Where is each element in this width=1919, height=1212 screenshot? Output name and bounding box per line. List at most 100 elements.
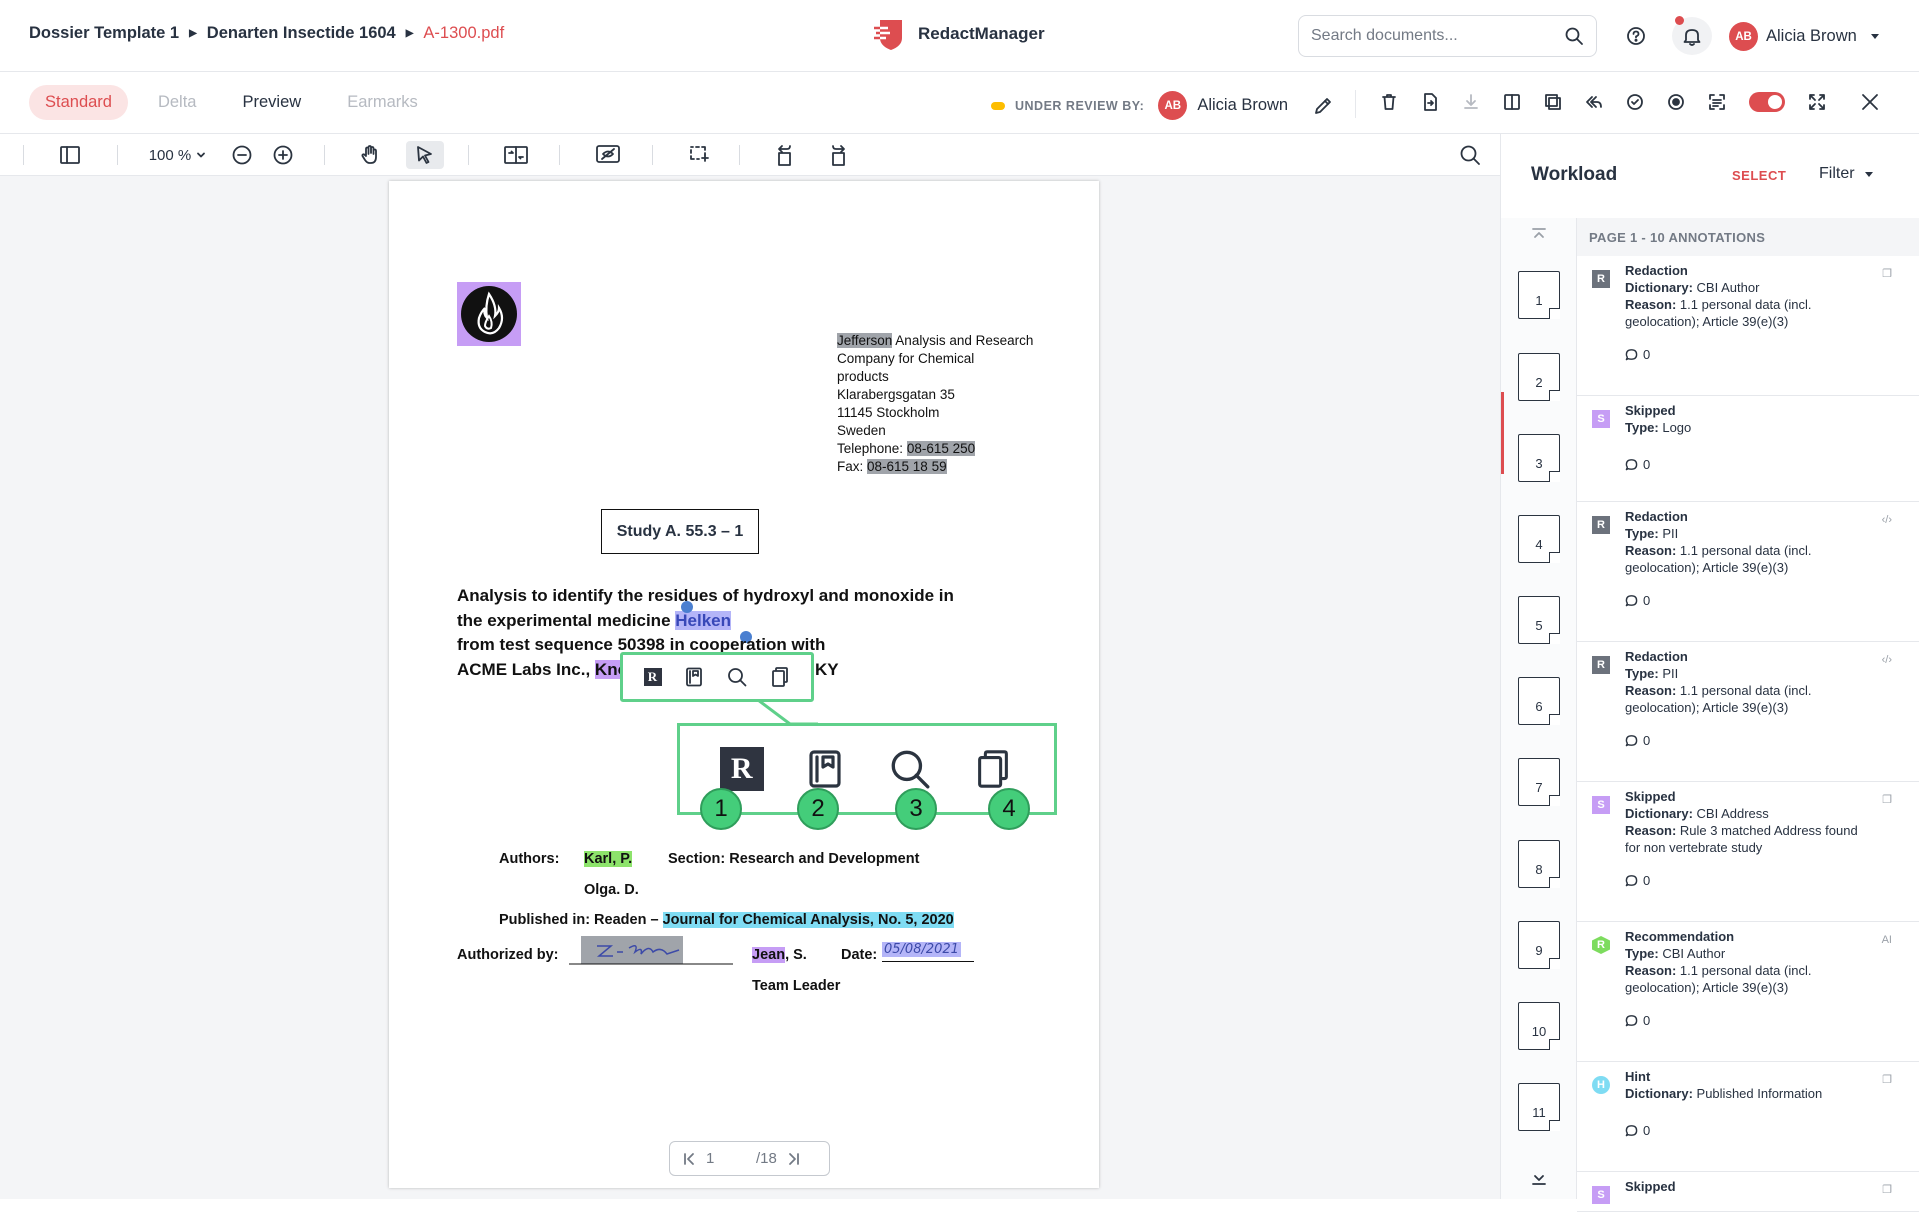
page-thumbnail-2[interactable]: 2 bbox=[1518, 353, 1560, 401]
search-icon[interactable] bbox=[1564, 26, 1584, 46]
workload-title: Workload bbox=[1531, 164, 1618, 185]
comments-button[interactable]: 0 bbox=[1625, 1122, 1919, 1139]
ocr-button[interactable] bbox=[1703, 88, 1731, 116]
rotate-left-button[interactable] bbox=[771, 141, 799, 169]
page-thumbnail-9[interactable]: 9 bbox=[1518, 921, 1560, 969]
last-page-icon[interactable] bbox=[787, 1152, 801, 1166]
dictionary-icon[interactable] bbox=[683, 666, 705, 688]
help-button[interactable] bbox=[1622, 22, 1650, 50]
zoom-in-button[interactable] bbox=[269, 141, 297, 169]
dictionary-icon bbox=[809, 750, 841, 788]
select-button[interactable]: SELECT bbox=[1732, 168, 1786, 183]
published-information-highlight[interactable]: Journal for Chemical Analysis, No. 5, 20… bbox=[662, 912, 954, 928]
comment-count: 0 bbox=[1643, 347, 1651, 362]
page-number-input[interactable]: 1 bbox=[706, 1150, 746, 1167]
app-brand[interactable]: RedactManager bbox=[872, 16, 1045, 52]
annotation-type: Skipped bbox=[1625, 789, 1676, 804]
search-input[interactable] bbox=[1311, 27, 1564, 45]
tab-earmarks[interactable]: Earmarks bbox=[331, 85, 434, 120]
date-value[interactable]: 05/08/2021 bbox=[882, 942, 961, 957]
redaction-highlight[interactable]: Jefferson bbox=[837, 333, 893, 348]
record-button[interactable] bbox=[1662, 88, 1690, 116]
filter-dropdown[interactable]: Filter bbox=[1819, 165, 1873, 183]
copy-button[interactable] bbox=[1539, 88, 1567, 116]
export-button[interactable] bbox=[1416, 88, 1444, 116]
toggle-panel-button[interactable] bbox=[1498, 88, 1526, 116]
breadcrumb-dossier-template[interactable]: Dossier Template 1 bbox=[29, 24, 179, 43]
hide-redactions-button[interactable] bbox=[592, 141, 624, 169]
page-thumbnail-4[interactable]: 4 bbox=[1518, 515, 1560, 563]
bell-icon bbox=[1683, 29, 1701, 46]
scroll-bottom-icon[interactable] bbox=[1530, 1169, 1548, 1187]
detail-label: Type: bbox=[1625, 526, 1659, 541]
tab-preview[interactable]: Preview bbox=[227, 85, 318, 120]
rotate-left-icon bbox=[778, 145, 791, 166]
comments-button[interactable]: 0 bbox=[1625, 592, 1919, 609]
signature-image[interactable] bbox=[569, 934, 733, 966]
reviewer-avatar: AB bbox=[1158, 91, 1188, 120]
hint-highlight[interactable]: Karl, P. bbox=[584, 851, 633, 867]
delete-button[interactable] bbox=[1375, 88, 1403, 116]
annotation-card[interactable]: S ❐ Skipped Dictionary: CBI Address Reason: … bbox=[1577, 782, 1919, 922]
undo-all-button[interactable] bbox=[1580, 88, 1608, 116]
selected-text-highlight[interactable]: Helken bbox=[675, 611, 731, 630]
page-thumbnail-5[interactable]: 5 bbox=[1518, 596, 1560, 644]
annotation-card[interactable]: S ❐ Skipped bbox=[1577, 1172, 1919, 1212]
annotation-card[interactable]: R AI Recommendation Type: CBI Author Reason:… bbox=[1577, 922, 1919, 1062]
annotation-card[interactable]: S Skipped Type: Logo 0 bbox=[1577, 396, 1919, 502]
comments-button[interactable]: 0 bbox=[1625, 456, 1919, 473]
document-logo-highlight[interactable] bbox=[457, 282, 521, 346]
fullscreen-button[interactable] bbox=[1803, 88, 1831, 116]
page-thumbnail-8[interactable]: 8 bbox=[1518, 840, 1560, 888]
redaction-highlight[interactable]: 08-615 250 bbox=[906, 441, 976, 456]
comments-button[interactable]: 0 bbox=[1625, 732, 1919, 749]
annotation-card[interactable]: R ‹/› Redaction Type: PII Reason: 1.1 person… bbox=[1577, 642, 1919, 782]
zoom-out-button[interactable] bbox=[228, 141, 256, 169]
page-thumbnail-10[interactable]: 10 bbox=[1518, 1002, 1560, 1050]
page-thumbnail-3[interactable]: 3 bbox=[1518, 434, 1560, 482]
download-icon bbox=[1464, 94, 1478, 109]
search-icon[interactable] bbox=[726, 666, 748, 688]
redaction-highlight[interactable]: 08-615 18 59 bbox=[867, 459, 947, 474]
breadcrumb-file[interactable]: A-1300.pdf bbox=[423, 24, 504, 43]
redact-icon[interactable]: R bbox=[643, 668, 662, 686]
page-thumbnail-7[interactable]: 7 bbox=[1518, 758, 1560, 806]
page-thumbnail-6[interactable]: 6 bbox=[1518, 677, 1560, 725]
annotation-card[interactable]: R ‹/› Redaction Type: PII Reason: 1.1 person… bbox=[1577, 502, 1919, 642]
compare-button[interactable] bbox=[500, 141, 532, 169]
comments-button[interactable]: 0 bbox=[1625, 872, 1919, 889]
document-search-button[interactable] bbox=[1456, 141, 1484, 169]
title-text: the experimental medicine bbox=[457, 611, 676, 630]
annotation-card[interactable]: H ❐ Hint Dictionary: Published Information 0 bbox=[1577, 1062, 1919, 1172]
page-thumbnail-1[interactable]: 1 bbox=[1518, 271, 1560, 319]
close-button[interactable] bbox=[1856, 88, 1884, 116]
comments-button[interactable]: 0 bbox=[1625, 346, 1919, 363]
annotation-detail: Type: Logo bbox=[1625, 419, 1919, 436]
skipped-highlight[interactable]: Jean bbox=[752, 947, 786, 963]
comments-button[interactable]: 0 bbox=[1625, 1012, 1919, 1029]
first-page-icon[interactable] bbox=[682, 1152, 696, 1166]
pan-tool-button[interactable] bbox=[356, 141, 384, 169]
search-box[interactable] bbox=[1298, 15, 1597, 57]
toggle-sidebar-button[interactable] bbox=[56, 141, 84, 169]
redaction-toggle[interactable] bbox=[1749, 92, 1785, 112]
zoom-value: 100 % bbox=[148, 146, 192, 164]
download-button[interactable] bbox=[1457, 88, 1485, 116]
page-thumbnail-11[interactable]: 11 bbox=[1518, 1083, 1560, 1131]
breadcrumb-dossier[interactable]: Denarten Insectide 1604 bbox=[207, 24, 396, 43]
scroll-top-icon[interactable] bbox=[1530, 226, 1548, 244]
selection-handle-start[interactable] bbox=[681, 601, 693, 613]
tab-delta[interactable]: Delta bbox=[142, 85, 213, 120]
select-tool-button[interactable] bbox=[406, 141, 444, 169]
tab-standard[interactable]: Standard bbox=[29, 85, 128, 120]
rotate-right-button[interactable] bbox=[825, 141, 853, 169]
area-select-button[interactable] bbox=[685, 141, 713, 169]
copy-icon[interactable] bbox=[769, 666, 791, 688]
chevron-down-icon bbox=[1870, 34, 1879, 39]
annotation-card[interactable]: R ❐ Redaction Dictionary: CBI Author Reason:… bbox=[1577, 256, 1919, 396]
approve-button[interactable] bbox=[1621, 88, 1649, 116]
edit-reviewer-icon[interactable] bbox=[1310, 93, 1336, 119]
user-menu[interactable]: AB Alicia Brown bbox=[1729, 22, 1879, 51]
divider bbox=[559, 145, 560, 165]
zoom-select[interactable]: 100 % bbox=[146, 141, 210, 169]
